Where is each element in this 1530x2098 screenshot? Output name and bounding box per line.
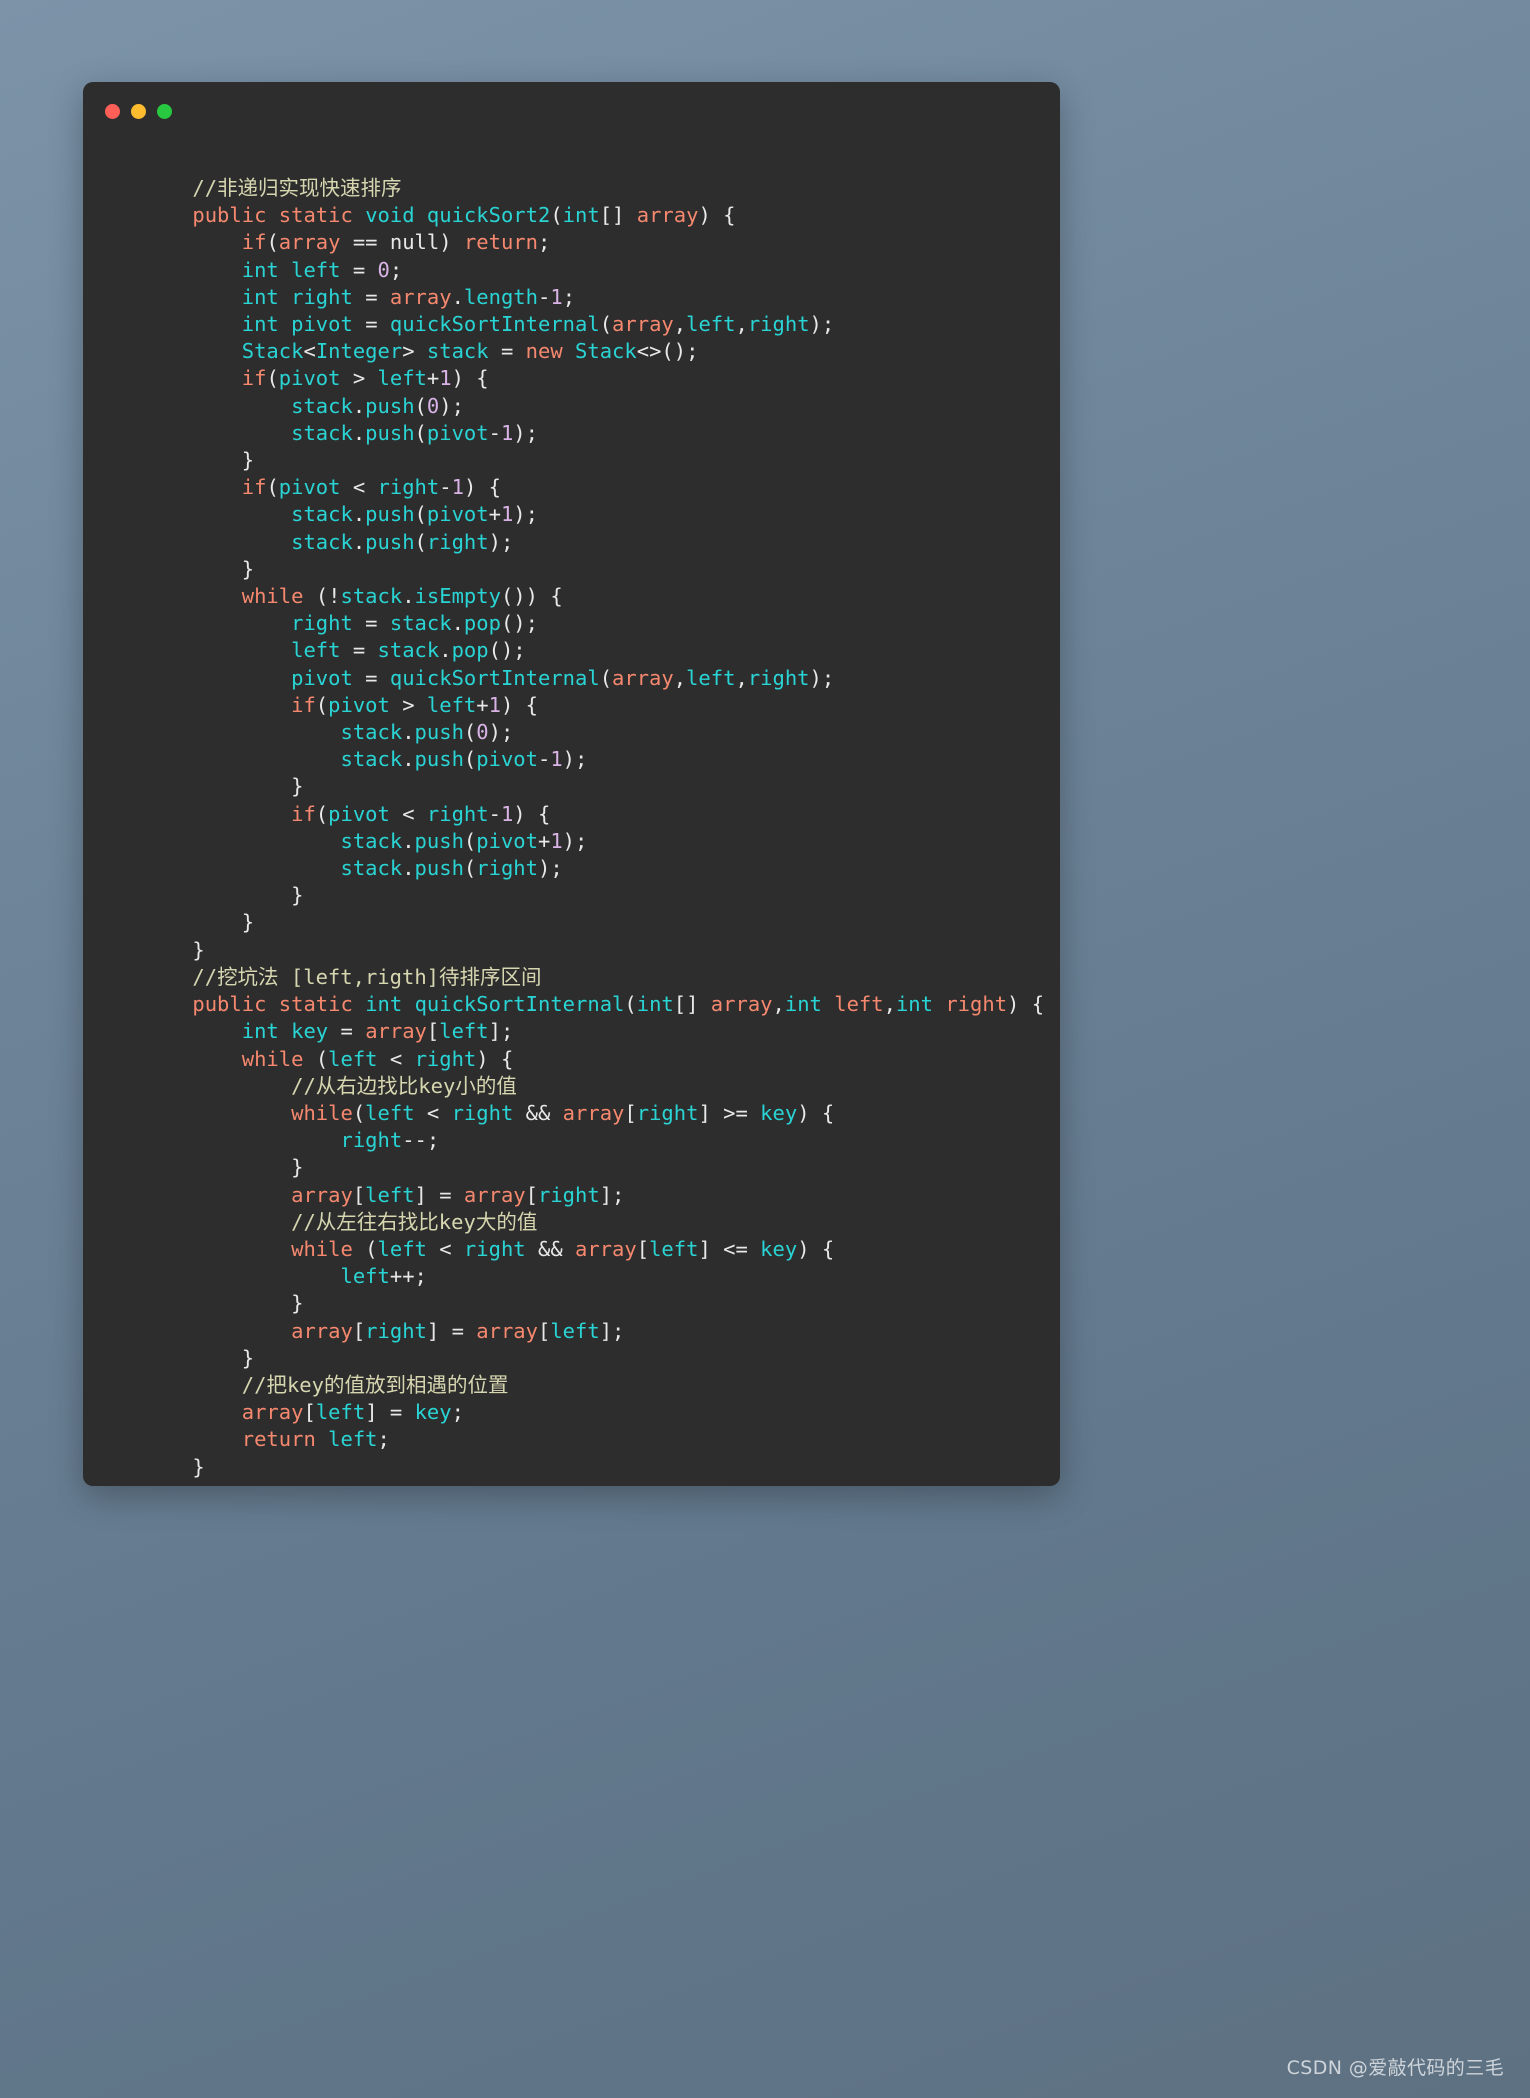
maximize-button[interactable] <box>157 103 172 119</box>
csdn-watermark: CSDN @爱敲代码的三毛 <box>1286 2057 1504 2079</box>
close-button[interactable] <box>105 103 120 119</box>
minimize-button[interactable] <box>131 103 146 119</box>
code-block[interactable]: //非递归实现快速排序 public static void quickSort… <box>83 175 1060 1481</box>
code-window: //非递归实现快速排序 public static void quickSort… <box>83 82 1060 1486</box>
code-body: //非递归实现快速排序 public static void quickSort… <box>83 140 1060 1486</box>
window-titlebar <box>83 82 1060 140</box>
